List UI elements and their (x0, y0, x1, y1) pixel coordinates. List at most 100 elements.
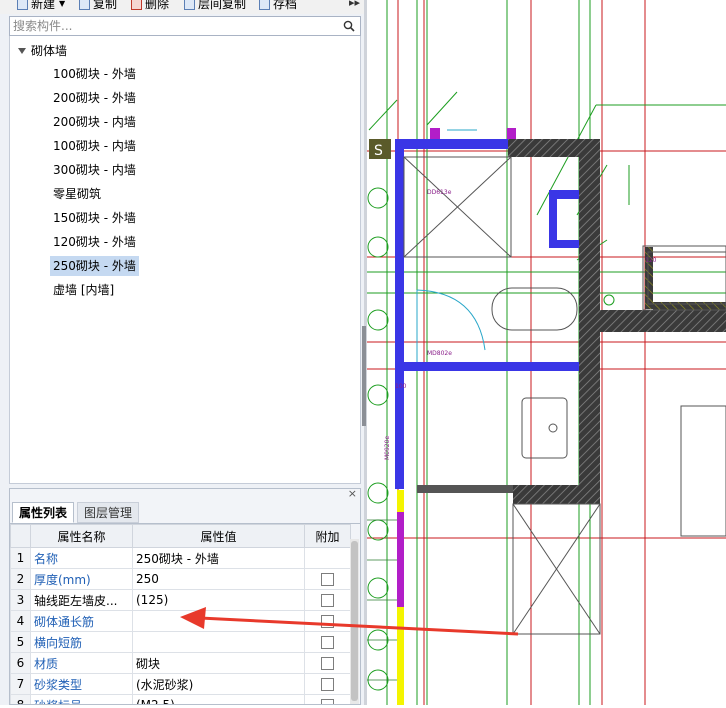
properties-tabs: 属性列表 图层管理 (10, 502, 360, 524)
table-row[interactable]: 5 横向短筋 (10, 631, 351, 653)
tree-item[interactable]: 虚墙 [内墙] (50, 280, 117, 300)
extra-checkbox[interactable] (321, 615, 334, 628)
extra-cell (304, 694, 351, 704)
property-name: 轴线距左墙皮... (30, 589, 133, 611)
scrollbar-thumb[interactable] (351, 541, 358, 701)
property-name: 砂浆类型 (30, 673, 133, 695)
hatched-wall (513, 485, 600, 504)
properties-panel: × 属性列表 图层管理 属性名称 属性值 附加 1 名称 250砌块 - 外墙 (9, 488, 361, 705)
tree-item[interactable]: 200砌块 - 外墙 (50, 88, 139, 108)
new-icon (17, 0, 28, 10)
property-table: 属性名称 属性值 附加 1 名称 250砌块 - 外墙 2 厚度(mm) 250 (10, 524, 351, 704)
save-button[interactable]: 存档 (259, 0, 297, 12)
door-label: MD802e (427, 350, 452, 357)
row-number: 8 (10, 694, 31, 704)
extra-checkbox[interactable] (321, 636, 334, 649)
floor-copy-icon (184, 0, 195, 10)
extra-checkbox[interactable] (321, 594, 334, 607)
floor-plan-drawing: S DD613e MD802e M0920e 120 100 (367, 0, 726, 705)
search-icon[interactable] (343, 20, 355, 32)
copy-button[interactable]: 复制 (79, 0, 117, 12)
tree-item[interactable]: 100砌块 - 内墙 (50, 136, 139, 156)
splitter-grip[interactable] (362, 326, 366, 426)
extra-checkbox[interactable] (321, 573, 334, 586)
property-name: 横向短筋 (30, 631, 133, 653)
extra-checkbox[interactable] (321, 699, 334, 704)
blue-walls (395, 139, 580, 607)
component-toolbar: 新建 ▼ 复制 删除 层间复制 存档 ▸▸ (0, 0, 364, 14)
tree-item[interactable]: 200砌块 - 内墙 (50, 112, 139, 132)
fixtures (403, 156, 726, 635)
floor-copy-button[interactable]: 层间复制 (184, 0, 246, 12)
property-name: 厚度(mm) (30, 568, 133, 590)
extra-checkbox[interactable] (321, 678, 334, 691)
search-box (9, 16, 361, 36)
delete-icon (131, 0, 142, 10)
properties-scrollbar[interactable] (350, 539, 359, 704)
more-icon[interactable]: ▸▸ (349, 0, 360, 9)
property-name: 砌体通长筋 (30, 610, 133, 632)
hatched-wall (653, 302, 726, 310)
table-row[interactable]: 7 砂浆类型 (水泥砂浆) (10, 673, 351, 695)
property-value[interactable]: 250 (132, 568, 305, 590)
tree-item[interactable]: 300砌块 - 内墙 (50, 160, 139, 180)
row-number: 4 (10, 610, 31, 632)
tree-item[interactable]: 100砌块 - 外墙 (50, 64, 139, 84)
table-row[interactable]: 4 砌体通长筋 (10, 610, 351, 632)
annotation-lines (367, 0, 726, 705)
save-label: 存档 (273, 0, 298, 11)
row-number: 6 (10, 652, 31, 674)
table-row[interactable]: 2 厚度(mm) 250 (10, 568, 351, 590)
tree-root-masonry-wall[interactable]: 砌体墙 (18, 42, 67, 60)
property-name: 名称 (30, 547, 133, 569)
tab-property-list[interactable]: 属性列表 (12, 502, 75, 523)
hatched-wall (579, 139, 600, 504)
chevron-down-icon: ▼ (59, 0, 66, 8)
property-value[interactable]: (M2.5) (132, 694, 305, 704)
search-input[interactable] (12, 18, 333, 34)
property-value[interactable] (132, 631, 305, 653)
table-row[interactable]: 3 轴线距左墙皮... (125) (10, 589, 351, 611)
new-button[interactable]: 新建 ▼ (17, 0, 65, 12)
component-tree: 砌体墙 100砌块 - 外墙 200砌块 - 外墙 200砌块 - 内墙 100… (9, 36, 361, 484)
delete-button[interactable]: 删除 (131, 0, 169, 12)
door-label: M0920e (384, 436, 391, 460)
property-value[interactable] (132, 610, 305, 632)
grid-lines (367, 0, 726, 705)
row-number: 7 (10, 673, 31, 695)
row-number: 3 (10, 589, 31, 611)
tree-item-selected[interactable]: 250砌块 - 外墙 (50, 256, 139, 276)
close-icon[interactable]: × (348, 489, 357, 500)
cad-canvas[interactable]: S DD613e MD802e M0920e 120 100 (367, 0, 726, 705)
table-row[interactable]: 6 材质 砌块 (10, 652, 351, 674)
expand-triangle-icon[interactable] (18, 48, 26, 54)
extra-cell (304, 631, 351, 653)
delete-label: 删除 (145, 0, 170, 11)
header-extra: 附加 (304, 524, 351, 548)
extra-cell (304, 589, 351, 611)
row-number: 1 (10, 547, 31, 569)
property-value[interactable]: (水泥砂浆) (132, 673, 305, 695)
tree-item[interactable]: 120砌块 - 外墙 (50, 232, 139, 252)
extra-checkbox[interactable] (321, 657, 334, 670)
tab-layer-management[interactable]: 图层管理 (77, 502, 140, 523)
tree-item[interactable]: 零星砌筑 (50, 184, 104, 204)
row-number: 2 (10, 568, 31, 590)
door-label: 120 (645, 257, 657, 264)
new-label: 新建 (31, 0, 56, 11)
door-label: DD613e (427, 189, 452, 196)
tree-item[interactable]: 150砌块 - 外墙 (50, 208, 139, 228)
extra-cell (304, 673, 351, 695)
extra-cell (304, 610, 351, 632)
property-name: 砂浆标号 (30, 694, 133, 704)
property-value[interactable]: (125) (132, 589, 305, 611)
property-value[interactable]: 250砌块 - 外墙 (132, 547, 305, 569)
header-index (10, 524, 31, 548)
table-row[interactable]: 1 名称 250砌块 - 外墙 (10, 547, 351, 569)
table-row[interactable]: 8 砂浆标号 (M2.5) (10, 694, 351, 704)
copy-label: 复制 (93, 0, 118, 11)
property-value[interactable]: 砌块 (132, 652, 305, 674)
magenta-segment (397, 512, 404, 607)
copy-icon (79, 0, 90, 10)
extra-cell (304, 568, 351, 590)
